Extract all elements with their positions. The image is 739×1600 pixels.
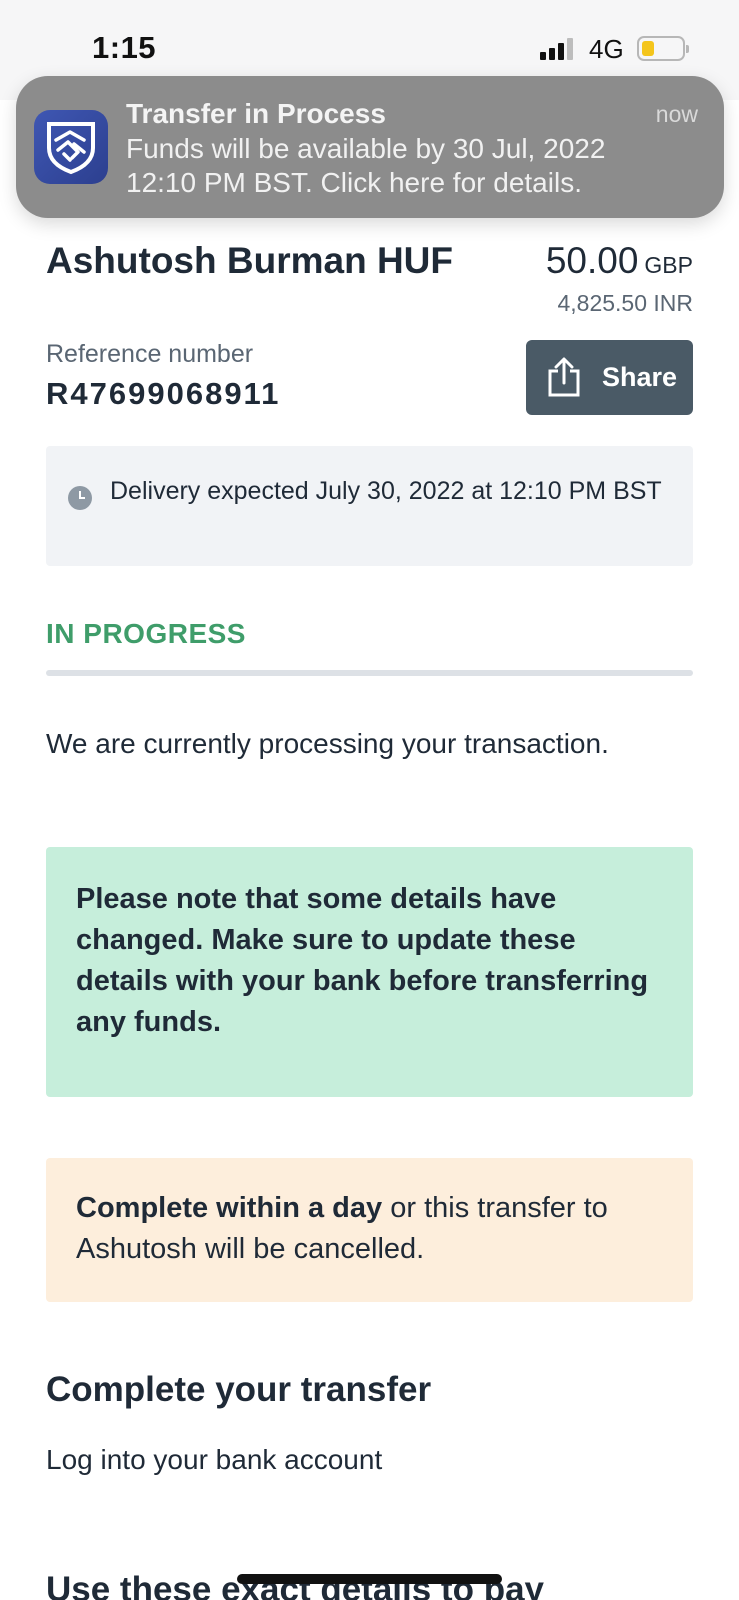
share-icon: [548, 357, 580, 397]
amount-currency: GBP: [644, 252, 693, 278]
send-amount: 50.00 GBP: [546, 240, 693, 282]
reference-label: Reference number: [46, 340, 254, 368]
notification-title: Transfer in Process: [126, 98, 386, 129]
signal-strength-icon: [540, 38, 576, 60]
details-changed-notice: Please note that some details have chang…: [46, 847, 693, 1097]
reference-number: R47699068911: [46, 376, 281, 411]
complete-transfer-heading: Complete your transfer: [46, 1370, 432, 1409]
transfer-status: IN PROGRESS: [46, 618, 246, 649]
warning-text: Complete within a day or this transfer t…: [76, 1188, 676, 1270]
delivery-text: Delivery expected July 30, 2022 at 12:10…: [110, 477, 662, 505]
notification-body: Funds will be available by 30 Jul, 2022 …: [126, 133, 606, 198]
notice-text: Please note that some details have chang…: [76, 883, 649, 1038]
status-time: 1:15: [92, 30, 157, 65]
home-indicator[interactable]: [237, 1574, 502, 1584]
notification-time: now: [655, 101, 698, 127]
battery-icon: [637, 36, 689, 61]
clock-icon: [68, 486, 92, 510]
amount-value: 50.00: [545, 240, 639, 281]
warning-bold: Complete within a day: [76, 1192, 383, 1224]
delivery-info: Delivery expected July 30, 2022 at 12:10…: [46, 446, 693, 566]
converted-amount: 4,825.50 INR: [557, 290, 693, 316]
cancellation-warning: Complete within a day or this transfer t…: [46, 1158, 693, 1302]
processing-message: We are currently processing your transac…: [46, 728, 609, 759]
progress-bar: [46, 670, 693, 676]
share-button[interactable]: Share: [526, 340, 693, 415]
recipient-name: Ashutosh Burman HUF: [46, 240, 453, 281]
share-label: Share: [602, 362, 678, 392]
push-notification[interactable]: Transfer in Process now Funds will be av…: [16, 76, 724, 218]
network-type: 4G: [589, 34, 624, 64]
handshake-shield-icon: [34, 110, 108, 184]
complete-transfer-subtitle: Log into your bank account: [46, 1444, 383, 1475]
